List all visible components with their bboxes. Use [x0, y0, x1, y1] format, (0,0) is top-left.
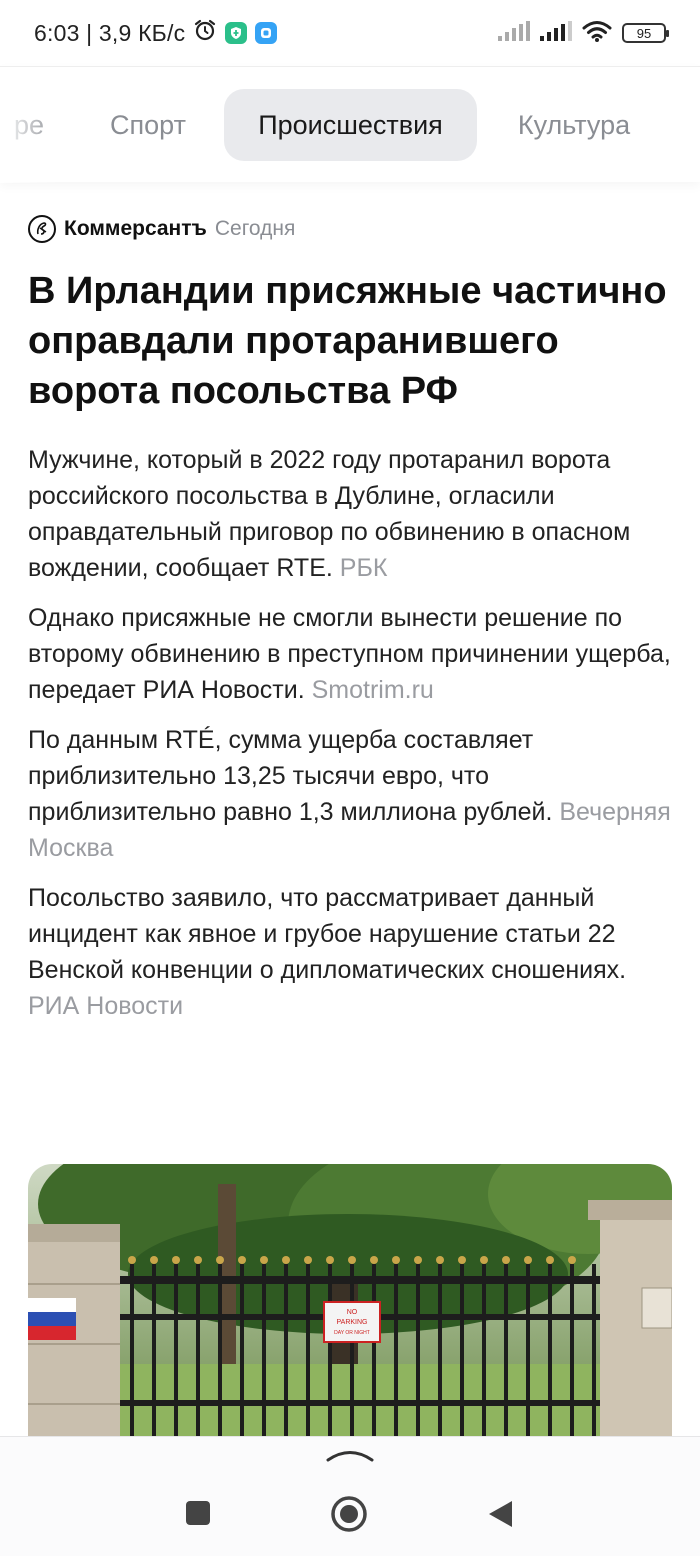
- tab-incidents[interactable]: Происшествия: [224, 89, 477, 161]
- source-time: Сегодня: [214, 217, 296, 240]
- paragraph-source-link[interactable]: РБК: [340, 554, 388, 582]
- category-tabs: ре Спорт Происшествия Культура: [0, 66, 700, 183]
- paragraph-1: Мужчине, который в 2022 году протаранил …: [28, 442, 672, 586]
- signal-icon: [498, 20, 530, 46]
- home-circle-icon[interactable]: [330, 1495, 368, 1538]
- shield-app-icon: [225, 22, 248, 44]
- chat-app-icon: [255, 22, 278, 44]
- source-name[interactable]: Коммерсантъ: [64, 217, 207, 241]
- tab-sport[interactable]: Спорт: [94, 89, 202, 161]
- signal-icon: [540, 20, 572, 46]
- wifi-icon: [582, 20, 612, 47]
- article-headline: В Ирландии присяжные частично оправдали …: [28, 270, 667, 412]
- recents-square-icon[interactable]: [184, 1499, 212, 1532]
- status-time-speed: 6:03 | 3,9 КБ/с: [34, 19, 186, 46]
- embassy-gate-photo: NO PARKING DAY OR NIGHT: [28, 1164, 672, 1436]
- swipe-up-chevron-icon[interactable]: [324, 1447, 376, 1468]
- sign-text-line1: NO: [347, 1309, 358, 1316]
- tabs-fade: [0, 67, 60, 183]
- paragraph-4: Посольство заявило, что рассматривает да…: [28, 880, 672, 1024]
- back-triangle-icon[interactable]: [486, 1499, 514, 1534]
- tab-culture[interactable]: Культура: [500, 89, 648, 161]
- paragraph-3: По данным RTÉ, сумма ущерба составляет п…: [28, 722, 672, 866]
- status-left: 6:03 | 3,9 КБ/с: [34, 18, 278, 48]
- battery-indicator: 95: [622, 23, 669, 43]
- status-right: 95: [498, 20, 669, 47]
- sign-text-line2: PARKING: [337, 1319, 368, 1326]
- paragraph-text: Мужчине, который в 2022 году протаранил …: [28, 446, 631, 582]
- system-navbar: [0, 1436, 700, 1556]
- article: Коммерсантъ Сегодня В Ирландии присяжные…: [28, 182, 672, 1024]
- paragraph-source-link[interactable]: РИА Новости: [28, 992, 183, 1020]
- article-photo[interactable]: NO PARKING DAY OR NIGHT: [28, 1164, 672, 1436]
- paragraph-text: Посольство заявило, что рассматривает да…: [28, 884, 627, 984]
- paragraph-source-link[interactable]: Smotrim.ru: [312, 676, 434, 704]
- paragraph-text: По данным RTÉ, сумма ущерба составляет п…: [28, 726, 553, 826]
- kommersant-logo-icon: [28, 215, 56, 243]
- alarm-icon: [193, 18, 217, 48]
- paragraph-2: Однако присяжные не смогли вынести решен…: [28, 600, 672, 708]
- sign-text-line3: DAY OR NIGHT: [334, 1330, 370, 1336]
- article-source-row[interactable]: Коммерсантъ Сегодня: [28, 214, 672, 244]
- status-bar: 6:03 | 3,9 КБ/с 95: [0, 0, 700, 66]
